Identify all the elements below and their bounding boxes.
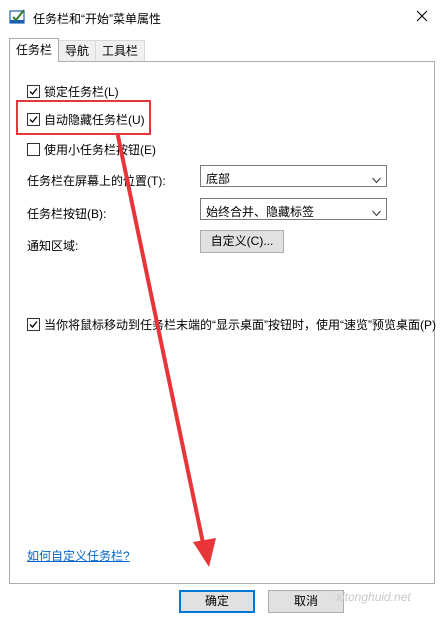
taskbar-buttons-select[interactable]: 始终合并、隐藏标签	[200, 198, 387, 220]
title-bar: 任务栏和“开始”菜单属性	[0, 0, 444, 34]
window-title: 任务栏和“开始”菜单属性	[33, 12, 161, 26]
autohide-taskbar-label: 自动隐藏任务栏(U)	[44, 113, 145, 127]
customize-notification-button[interactable]: 自定义(C)...	[200, 230, 284, 253]
taskbar-position-select[interactable]: 底部	[200, 165, 387, 187]
checkbox-box[interactable]	[27, 85, 40, 98]
tab-toolbars[interactable]: 工具栏	[95, 40, 146, 61]
autohide-taskbar-checkbox[interactable]: 自动隐藏任务栏(U)	[27, 111, 145, 128]
help-customize-taskbar-link[interactable]: 如何自定义任务栏?	[27, 547, 130, 564]
ok-button[interactable]: 确定	[179, 590, 255, 613]
small-buttons-label: 使用小任务栏按钮(E)	[44, 143, 156, 157]
chevron-down-icon	[372, 173, 381, 184]
lock-taskbar-checkbox[interactable]: 锁定任务栏(L)	[27, 83, 119, 100]
peek-desktop-checkbox[interactable]: 当你将鼠标移动到任务栏末端的“显示桌面”按钮时，使用“速览”预览桌面(P)	[27, 316, 436, 333]
checkbox-box[interactable]	[27, 143, 40, 156]
chevron-down-icon	[372, 206, 381, 217]
peek-desktop-label: 当你将鼠标移动到任务栏末端的“显示桌面”按钮时，使用“速览”预览桌面(P)	[44, 318, 436, 332]
watermark-text: ·xitonghuid.net	[332, 590, 411, 604]
taskbar-buttons-label: 任务栏按钮(B):	[27, 207, 107, 221]
tab-navigation[interactable]: 导航	[58, 40, 97, 61]
tab-taskbar[interactable]: 任务栏	[9, 38, 60, 62]
taskbar-buttons-value: 始终合并、隐藏标签	[206, 205, 315, 219]
taskbar-position-value: 底部	[206, 172, 231, 186]
tab-strip: 任务栏 导航 工具栏	[9, 38, 146, 62]
taskbar-position-label: 任务栏在屏幕上的位置(T):	[27, 174, 166, 188]
notification-area-label: 通知区域:	[27, 239, 79, 253]
close-icon	[416, 10, 428, 25]
small-buttons-checkbox[interactable]: 使用小任务栏按钮(E)	[27, 141, 156, 158]
lock-taskbar-label: 锁定任务栏(L)	[44, 85, 119, 99]
checkbox-box[interactable]	[27, 318, 40, 331]
taskbar-properties-icon	[9, 8, 27, 26]
checkbox-box[interactable]	[27, 113, 40, 126]
close-button[interactable]	[400, 0, 444, 34]
